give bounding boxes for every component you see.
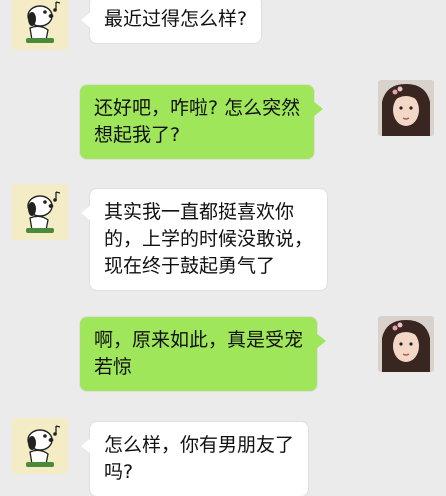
contact-avatar[interactable] — [12, 184, 68, 240]
message-text: 吗? — [104, 461, 134, 483]
message-bubble-outgoing[interactable]: 啊，原来如此，真是受宠 若惊 — [80, 317, 327, 391]
message-text: 现在终于鼓起勇气了 — [104, 255, 276, 277]
self-avatar[interactable] — [378, 316, 434, 372]
message-text: 还好吧，咋啦? 怎么突然 — [94, 97, 301, 119]
girl-photo-avatar-icon — [378, 80, 434, 136]
snoopy-dog-avatar-icon — [12, 418, 68, 474]
message-text: 想起我了? — [94, 124, 181, 146]
message-text: 的，上学的时候没敢说， — [104, 228, 314, 250]
message-text: 最近过得怎么样? — [104, 8, 248, 30]
contact-avatar[interactable] — [12, 418, 68, 474]
message-bubble-outgoing[interactable]: 还好吧，咋啦? 怎么突然 想起我了? — [80, 85, 324, 159]
message-bubble-incoming[interactable]: 怎么样，你有男朋友了 吗? — [80, 422, 309, 496]
self-avatar[interactable] — [378, 80, 434, 136]
message-text: 啊，原来如此，真是受宠 — [94, 329, 304, 351]
girl-photo-avatar-icon — [378, 316, 434, 372]
message-bubble-incoming[interactable]: 其实我一直都挺喜欢你 的，上学的时候没敢说， 现在终于鼓起勇气了 — [80, 189, 328, 290]
message-text: 若惊 — [94, 356, 133, 378]
message-bubble-incoming[interactable]: 最近过得怎么样? — [80, 0, 262, 43]
snoopy-dog-avatar-icon — [12, 0, 68, 50]
snoopy-dog-avatar-icon — [12, 184, 68, 240]
contact-avatar[interactable] — [12, 0, 68, 50]
message-text: 其实我一直都挺喜欢你 — [104, 201, 295, 223]
message-text: 怎么样，你有男朋友了 — [104, 434, 295, 456]
